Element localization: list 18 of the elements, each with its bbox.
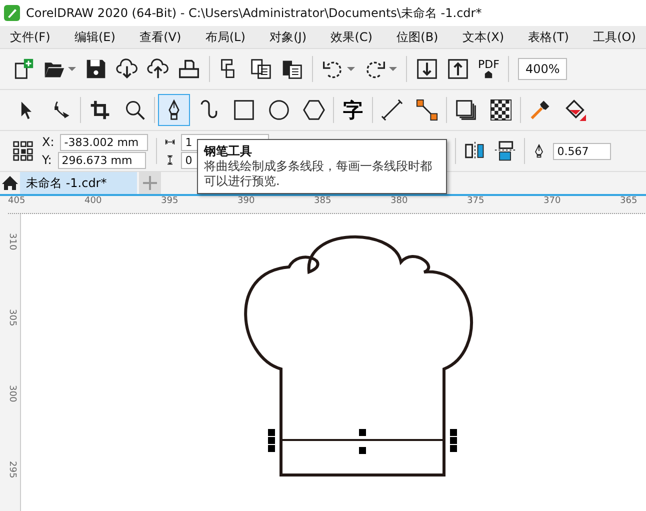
ruler-label: 385: [314, 196, 332, 208]
ruler-label: 295: [6, 461, 17, 480]
ruler-label: 375: [467, 196, 486, 208]
ruler-label: 390: [238, 196, 256, 208]
ruler-label: 405: [8, 196, 26, 208]
ruler-label: 305: [6, 309, 17, 328]
ruler-label: 395: [161, 196, 180, 208]
x-label: X:: [42, 135, 54, 149]
y-label: Y:: [42, 153, 52, 167]
ruler-label: 400: [84, 196, 103, 208]
ruler-label: 310: [6, 233, 17, 252]
window-title: CorelDRAW 2020 (64-Bit) - C:\Users\Administrator\Documents\未命名 -1.cdr*: [26, 4, 482, 22]
ruler-label: 365: [620, 196, 638, 208]
ruler-label: 380: [390, 196, 409, 208]
ruler-label: 370: [544, 196, 562, 208]
tooltip-text: 将曲线绘制成多条线段，每画一条线段时都可以进行预览.: [204, 159, 433, 189]
ruler-label: 300: [6, 385, 17, 404]
tooltip-title: 钢笔工具: [204, 144, 253, 159]
